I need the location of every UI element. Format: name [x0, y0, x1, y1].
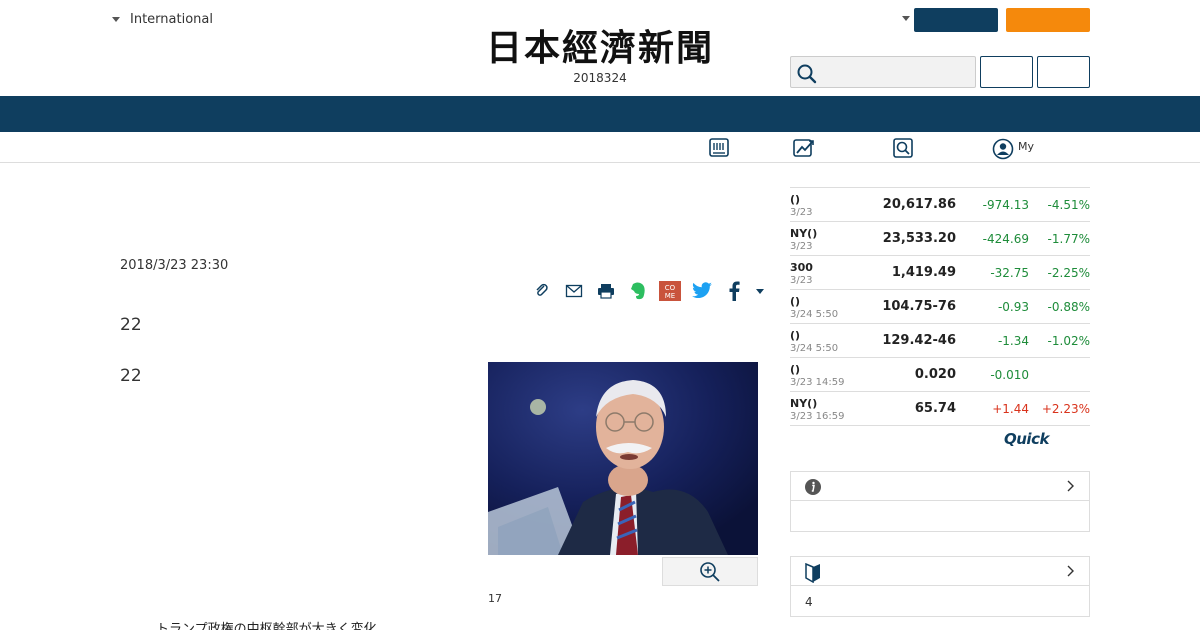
market-name: NY(): [790, 397, 818, 410]
zoom-in-icon: [700, 561, 720, 582]
svg-text:ME: ME: [665, 292, 675, 300]
beginner-mark-icon: [805, 563, 820, 583]
market-name: (): [790, 295, 801, 308]
market-change: -974.13: [982, 198, 1029, 212]
article-paragraph: 22: [120, 315, 142, 335]
market-change: -0.010: [990, 368, 1029, 382]
market-change: -1.34: [997, 334, 1029, 348]
user-icon[interactable]: [992, 138, 1014, 160]
market-change: -0.93: [997, 300, 1029, 314]
quick-logo[interactable]: Quick: [1004, 430, 1049, 448]
market-row[interactable]: 300 3/23 1,419.49 -32.75 -2.25%: [790, 256, 1090, 290]
chart-icon[interactable]: [792, 138, 816, 158]
market-name: NY(): [790, 227, 818, 240]
market-row[interactable]: () 3/23 20,617.86 -974.13 -4.51%: [790, 188, 1090, 222]
market-percent: -2.25%: [1047, 266, 1090, 280]
edition-selector[interactable]: International: [112, 12, 213, 27]
market-value: 20,617.86: [882, 197, 956, 212]
info-panel-body: [791, 501, 1089, 531]
market-value: 65.74: [914, 401, 956, 416]
search-submit-button[interactable]: [1037, 56, 1090, 88]
search-option-button[interactable]: [980, 56, 1033, 88]
article-subheading: トランプ政権の中枢幹部が大きく変化: [156, 622, 377, 630]
newspaper-icon[interactable]: [708, 138, 730, 158]
info-panel: [790, 471, 1090, 532]
print-icon[interactable]: [590, 280, 622, 302]
market-change: -32.75: [990, 266, 1029, 280]
come-icon[interactable]: CO ME: [654, 280, 686, 302]
info-icon: [805, 479, 821, 495]
my-page-label[interactable]: My: [1018, 140, 1034, 153]
market-percent: +2.23%: [1041, 402, 1090, 416]
issue-date: 2018324: [573, 71, 627, 85]
market-time: 3/23 16:59: [790, 411, 845, 422]
photo-zoom-button[interactable]: [662, 557, 758, 586]
market-time: 3/24 5:50: [790, 309, 839, 320]
chevron-right-icon: [1067, 565, 1074, 577]
search-icon: [797, 64, 817, 84]
market-value: 129.42-46: [882, 333, 956, 348]
market-value: 104.75-76: [882, 299, 956, 314]
article-photo[interactable]: [488, 362, 758, 555]
market-row[interactable]: () 3/24 5:50 104.75-76 -0.93 -0.88%: [790, 290, 1090, 324]
svg-text:CO: CO: [665, 284, 676, 292]
info-panel-header[interactable]: [791, 472, 1089, 501]
twitter-icon[interactable]: [686, 280, 718, 302]
market-change: +1.44: [992, 402, 1029, 416]
beginner-panel-header[interactable]: [791, 557, 1089, 586]
market-percent: -1.02%: [1047, 334, 1090, 348]
article-paragraph: 22: [120, 366, 142, 386]
subscribe-button[interactable]: [1006, 8, 1090, 32]
search-input[interactable]: [790, 56, 976, 88]
market-change: -424.69: [982, 232, 1029, 246]
beginner-panel: 4: [790, 556, 1090, 617]
market-row[interactable]: () 3/24 5:50 129.42-46 -1.34 -1.02%: [790, 324, 1090, 358]
market-data-table: () 3/23 20,617.86 -974.13 -4.51% NY() 3/…: [790, 187, 1090, 426]
market-time: 3/23: [790, 207, 813, 218]
market-name: (): [790, 193, 801, 206]
market-percent: -0.88%: [1047, 300, 1090, 314]
more-caret-icon[interactable]: [750, 280, 770, 302]
mail-icon[interactable]: [558, 280, 590, 302]
market-name: 300: [790, 261, 813, 274]
beginner-panel-body: 4: [805, 595, 813, 609]
market-name: (): [790, 363, 801, 376]
market-row[interactable]: NY() 3/23 16:59 65.74 +1.44 +2.23%: [790, 392, 1090, 426]
market-time: 3/23: [790, 275, 813, 286]
market-value: 0.020: [914, 367, 956, 382]
clip-icon[interactable]: [526, 280, 558, 302]
site-logo[interactable]: 日本經濟新聞: [452, 28, 748, 68]
market-value: 23,533.20: [882, 231, 956, 246]
facebook-icon[interactable]: [718, 280, 750, 302]
article-timestamp: 2018/3/23 23:30: [120, 258, 229, 273]
market-value: 1,419.49: [891, 265, 956, 280]
market-name: (): [790, 329, 801, 342]
edition-label: International: [130, 12, 213, 27]
login-button[interactable]: [914, 8, 998, 32]
photo-caption: 17: [488, 592, 502, 605]
evernote-icon[interactable]: [622, 280, 654, 302]
market-row[interactable]: NY() 3/23 23,533.20 -424.69 -1.77%: [790, 222, 1090, 256]
search-news-icon[interactable]: [892, 138, 914, 158]
market-time: 3/23: [790, 241, 813, 252]
main-navbar: [0, 96, 1200, 132]
header-dropdown-icon[interactable]: [902, 16, 910, 21]
market-row[interactable]: () 3/23 14:59 0.020 -0.010: [790, 358, 1090, 392]
share-bar: CO ME: [526, 280, 770, 302]
market-percent: -1.77%: [1047, 232, 1090, 246]
market-time: 3/23 14:59: [790, 377, 845, 388]
sub-navbar: My: [0, 132, 1200, 163]
chevron-right-icon: [1067, 480, 1074, 492]
market-time: 3/24 5:50: [790, 343, 839, 354]
market-percent: -4.51%: [1047, 198, 1090, 212]
chevron-down-icon: [112, 17, 120, 22]
